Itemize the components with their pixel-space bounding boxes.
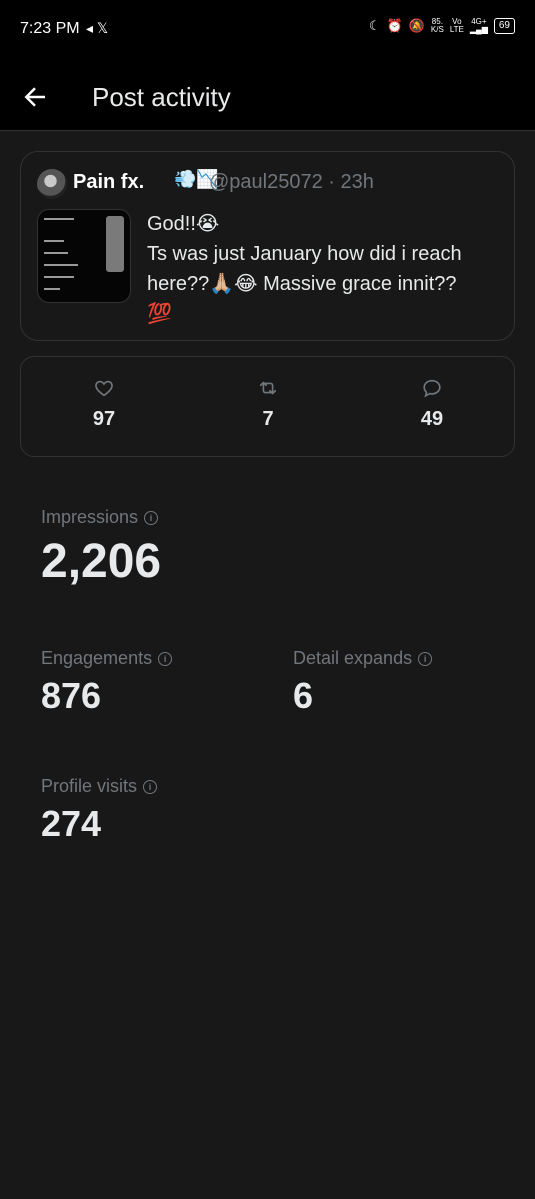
author-name[interactable]: Pain fx. bbox=[73, 171, 144, 194]
impressions-value: 2,206 bbox=[41, 535, 162, 588]
notification-icons: ◂ 𝕏 bbox=[86, 20, 109, 36]
impressions-metric: Impressions i 2,206 bbox=[41, 507, 161, 589]
repost-icon bbox=[259, 381, 277, 395]
network-speed: 85. K/S bbox=[430, 17, 444, 34]
reply-icon bbox=[423, 379, 441, 398]
post-text: God!!😭 Ts was just January how did i rea… bbox=[147, 209, 507, 329]
author-handle-time: @paul25072 · 23h bbox=[209, 171, 374, 193]
status-right-icons: ☾ ⏰ 🔕 85. K/S Vo LTE 4G+ ▂▄▆ 69 bbox=[369, 18, 515, 34]
alarm-icon: ⏰ bbox=[386, 18, 403, 33]
post-media-thumbnail[interactable] bbox=[37, 209, 131, 303]
profile-visits-metric: Profile visits i 274 bbox=[41, 776, 158, 845]
page-title: Post activity bbox=[92, 82, 231, 112]
post-preview-card[interactable]: Pain fx. 💨📉 @paul25072 · 23h God!!😭 Ts w… bbox=[20, 151, 515, 341]
detail-expands-value: 6 bbox=[293, 675, 314, 716]
replies-value: 49 bbox=[420, 408, 444, 430]
top-bar: Post activity bbox=[0, 60, 535, 131]
author-avatar[interactable] bbox=[37, 169, 67, 199]
info-icon[interactable]: i bbox=[143, 779, 158, 794]
engagements-value: 876 bbox=[41, 675, 102, 716]
reposts-value: 7 bbox=[262, 408, 274, 430]
signal-icon: 4G+ ▂▄▆ bbox=[469, 17, 488, 34]
moon-icon: ☾ bbox=[368, 18, 381, 33]
heart-icon bbox=[95, 380, 113, 397]
post-text-line1: God!!😭 bbox=[147, 213, 220, 235]
engagement-counts-card: 97 7 49 bbox=[20, 356, 515, 457]
engagements-label: Engagements bbox=[41, 648, 153, 668]
status-time: 7:23 PM bbox=[20, 20, 80, 37]
volte-indicator: Vo LTE bbox=[449, 17, 464, 34]
detail-expands-label: Detail expands bbox=[293, 648, 413, 668]
bell-off-icon: 🔕 bbox=[408, 18, 425, 33]
profile-visits-label: Profile visits bbox=[41, 776, 138, 796]
post-text-line2: Ts was just January how did i reach here… bbox=[147, 243, 462, 295]
detail-expands-metric: Detail expands i 6 bbox=[293, 648, 433, 717]
info-icon[interactable]: i bbox=[144, 510, 159, 525]
replies-count[interactable]: 49 bbox=[402, 377, 462, 431]
likes-count[interactable]: 97 bbox=[74, 377, 134, 431]
arrow-left-icon bbox=[24, 87, 45, 107]
back-button[interactable] bbox=[20, 82, 50, 112]
battery-indicator: 69 bbox=[493, 18, 515, 34]
reposts-count[interactable]: 7 bbox=[238, 377, 298, 431]
impressions-label: Impressions bbox=[41, 507, 139, 527]
profile-visits-value: 274 bbox=[41, 803, 102, 844]
post-text-line3: 💯 bbox=[147, 303, 172, 325]
info-icon[interactable]: i bbox=[418, 651, 433, 666]
status-bar: 7:23 PM ◂ 𝕏 ☾ ⏰ 🔕 85. K/S Vo LTE 4G+ ▂▄▆ 69 bbox=[0, 0, 535, 60]
likes-value: 97 bbox=[92, 408, 116, 430]
engagements-metric: Engagements i 876 bbox=[41, 648, 173, 717]
info-icon[interactable]: i bbox=[158, 651, 173, 666]
